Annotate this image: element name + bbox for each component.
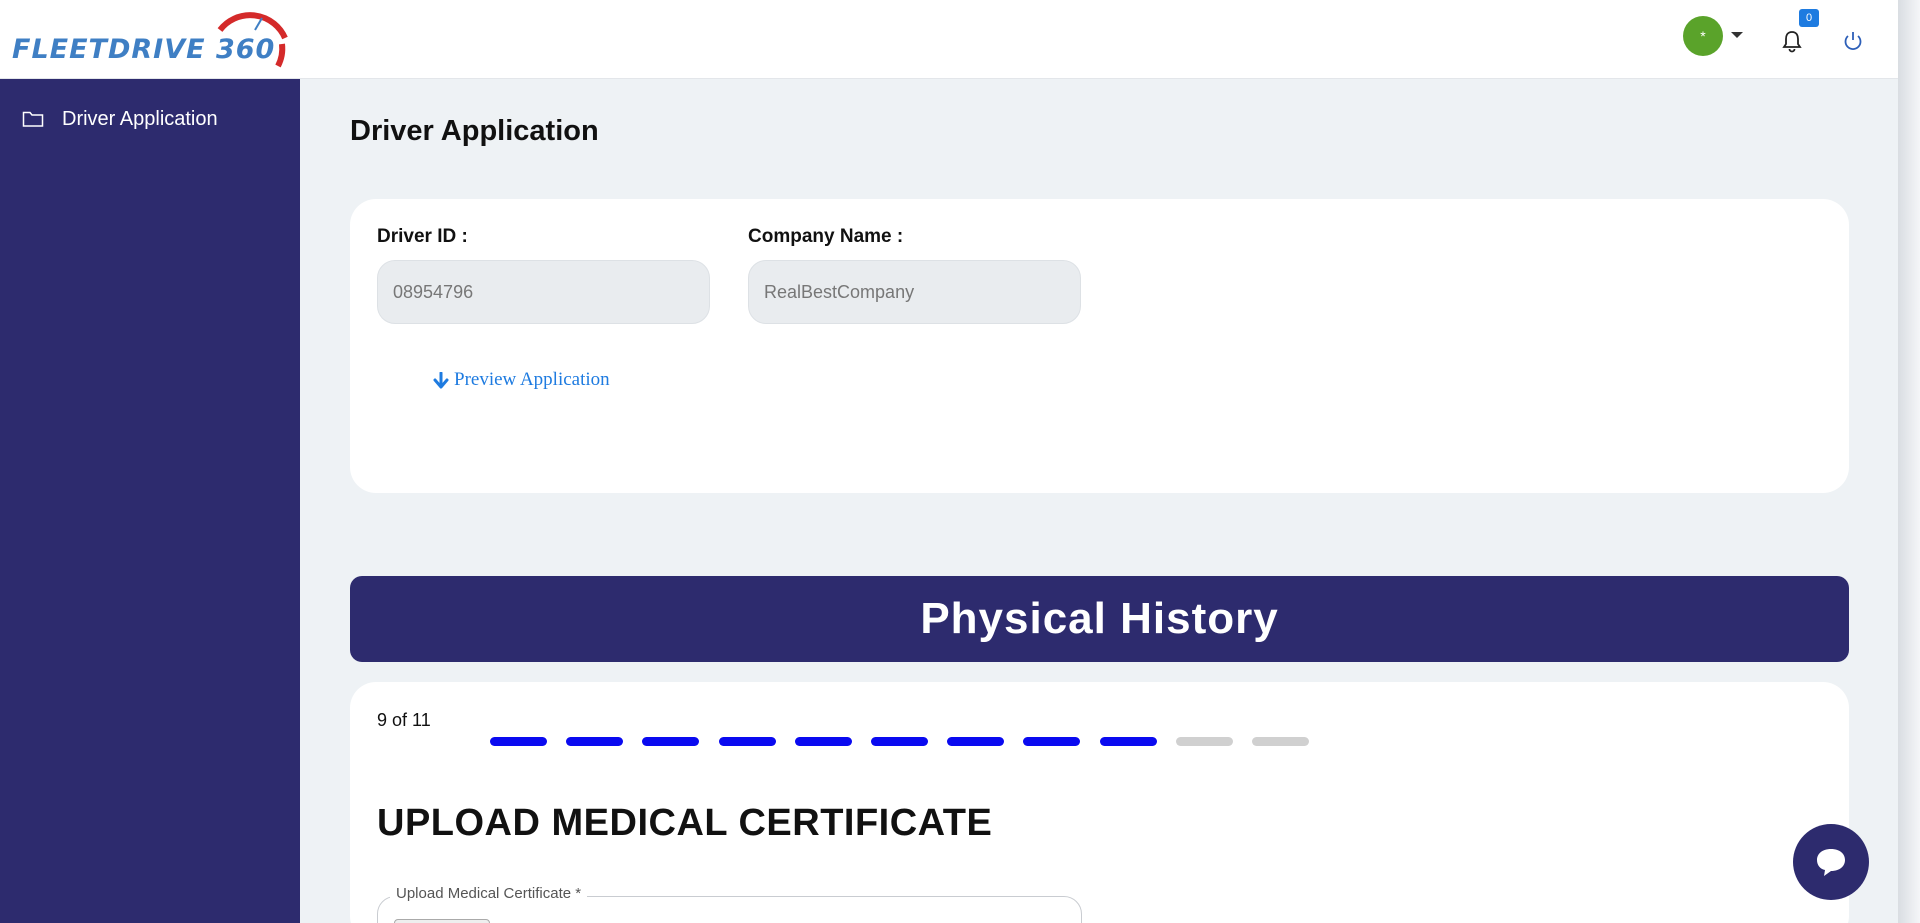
bell-icon[interactable]	[1781, 29, 1803, 53]
section-title: UPLOAD MEDICAL CERTIFICATE	[377, 802, 993, 844]
company-name-field[interactable]: RealBestCompany	[748, 260, 1081, 324]
notification-count: 0	[1805, 12, 1813, 24]
chat-launcher-button[interactable]	[1793, 824, 1869, 900]
step-indicator-pending	[1251, 737, 1309, 746]
sidebar-item-label: Driver Application	[62, 107, 218, 130]
section-banner: Physical History	[350, 576, 1849, 662]
page-title: Driver Application	[350, 115, 599, 147]
driver-info-card: Driver ID : 08954796 Company Name : Real…	[350, 199, 1849, 493]
sidebar-item-driver-application[interactable]: Driver Application	[22, 105, 218, 133]
step-indicator-complete	[718, 737, 776, 746]
sidebar: Driver Application	[0, 79, 300, 923]
preview-application-link[interactable]: Preview Application	[433, 369, 610, 391]
power-icon[interactable]	[1842, 30, 1864, 52]
driver-id-field[interactable]: 08954796	[377, 260, 710, 324]
avatar-text: *	[1700, 28, 1706, 44]
step-indicator-pending	[1175, 737, 1233, 746]
scrollbar-track[interactable]	[1898, 0, 1920, 923]
user-avatar[interactable]: *	[1683, 16, 1723, 56]
step-indicator-complete	[490, 737, 547, 746]
top-header: FLEETDRIVE 360 * 0	[0, 0, 1898, 79]
progress-steps	[490, 737, 1328, 746]
step-indicator-complete	[1099, 737, 1157, 746]
step-indicator-complete	[1023, 737, 1081, 746]
arrow-down-icon	[433, 371, 449, 388]
driver-id-label: Driver ID :	[377, 226, 468, 247]
company-name-label: Company Name :	[748, 226, 904, 247]
driver-id-value: 08954796	[393, 281, 474, 302]
step-counter: 9 of 11	[377, 710, 431, 730]
step-indicator-complete	[794, 737, 852, 746]
speedometer-icon	[217, 12, 288, 68]
section-banner-title: Physical History	[920, 594, 1279, 643]
chat-icon	[1817, 849, 1845, 876]
step-indicator-complete	[947, 737, 1005, 746]
upload-medical-certificate-field[interactable]: Upload Medical Certificate *	[377, 885, 1082, 923]
preview-label: Preview Application	[454, 369, 610, 390]
fleetdrive-logo[interactable]: FLEETDRIVE 360	[10, 10, 300, 70]
step-indicator-complete	[870, 737, 928, 746]
step-indicator-complete	[566, 737, 624, 746]
company-name-value: RealBestCompany	[764, 281, 915, 302]
upload-field-label: Upload Medical Certificate *	[390, 885, 588, 902]
notification-badge: 0	[1799, 9, 1819, 27]
chevron-down-icon[interactable]	[1731, 32, 1743, 38]
form-step-card: 9 of 11 UPLOAD MEDICAL CERTIFICATE Uploa…	[350, 682, 1849, 923]
folder-icon	[22, 111, 44, 127]
choose-file-button[interactable]	[394, 919, 490, 923]
step-indicator-complete	[642, 737, 700, 746]
